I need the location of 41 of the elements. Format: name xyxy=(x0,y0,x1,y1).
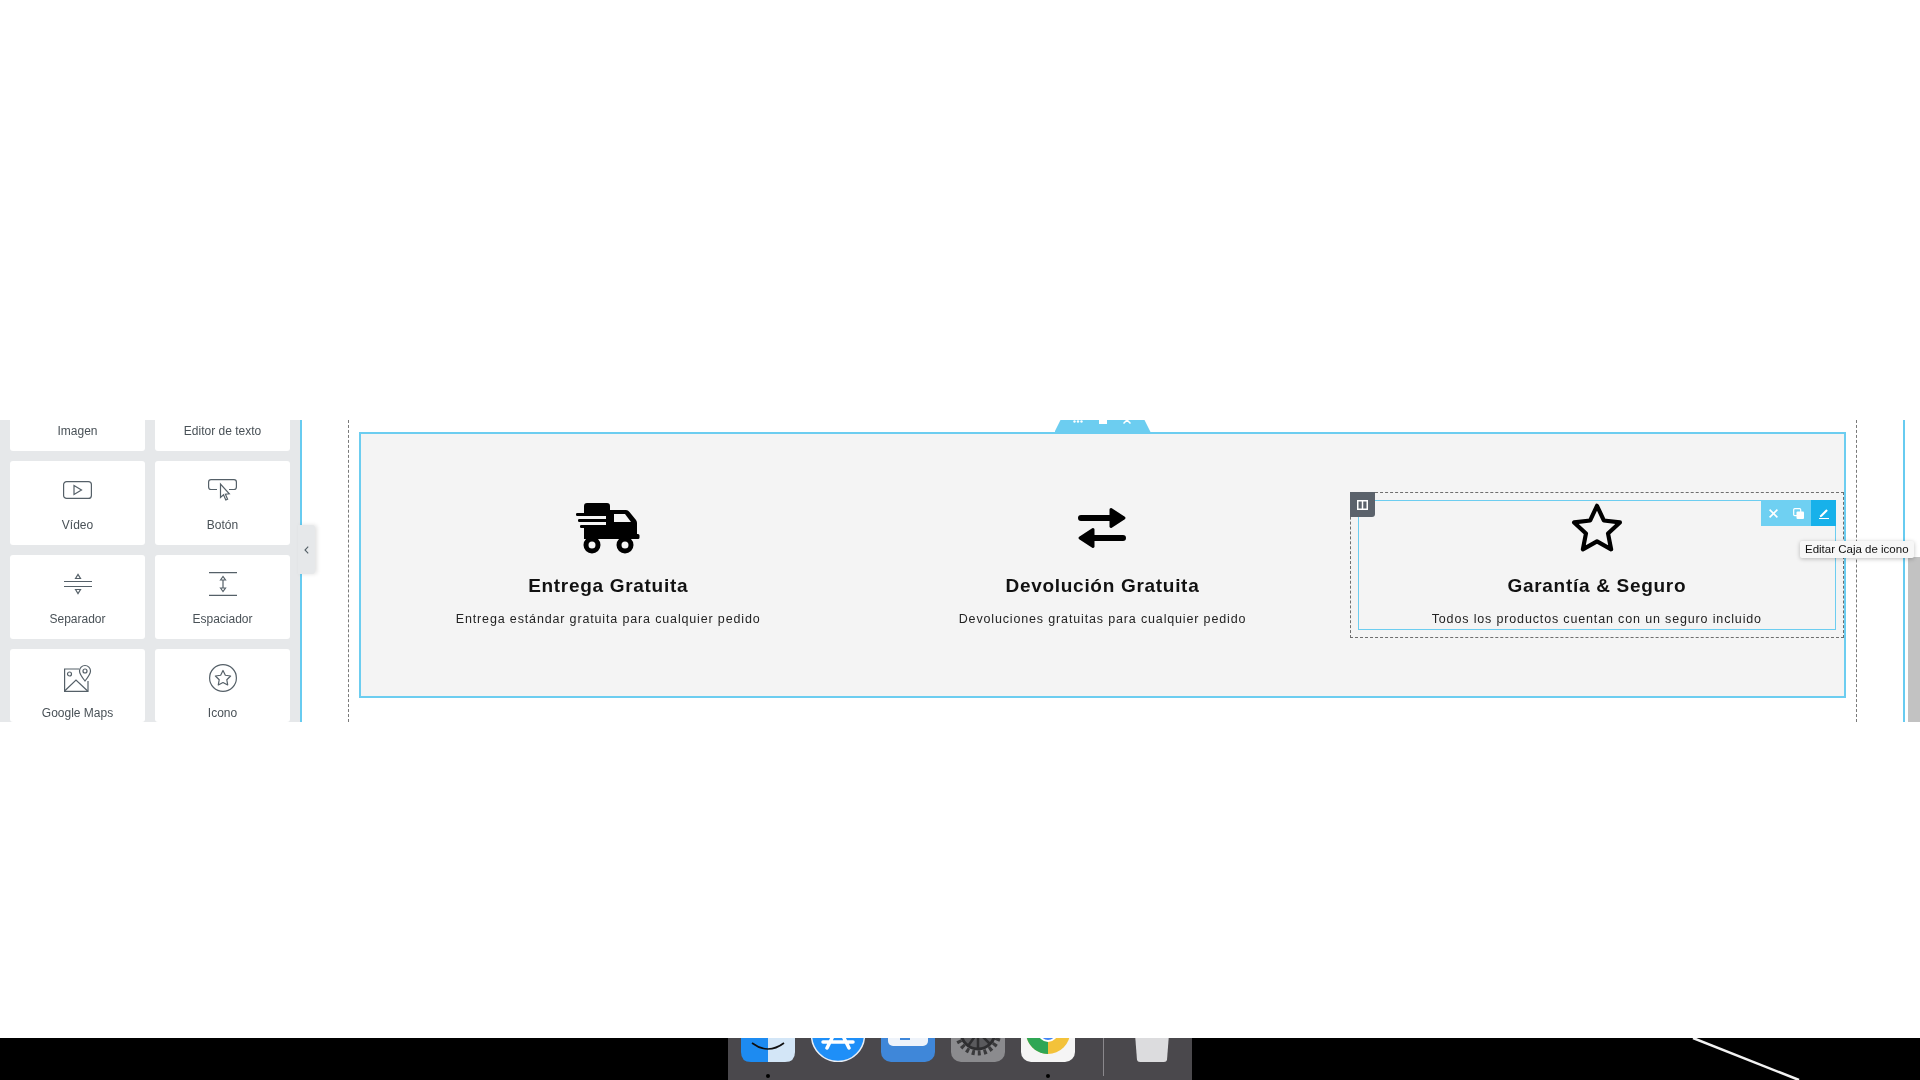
square-tile-icon[interactable] xyxy=(880,1038,936,1062)
widget-tile[interactable]: Icono xyxy=(155,649,290,722)
gear-icon[interactable] xyxy=(950,1038,1006,1062)
copy-icon xyxy=(1793,507,1804,519)
widget-tile[interactable]: Botón xyxy=(155,461,290,545)
widget-tile[interactable]: Espaciador xyxy=(155,555,290,639)
widget-tile[interactable]: Editor de texto xyxy=(155,420,290,451)
feature-title: Garantía & Seguro xyxy=(1507,574,1687,598)
spacer-icon xyxy=(208,572,237,596)
widget-tile[interactable]: Vídeo xyxy=(10,461,145,545)
feature-description: Devoluciones gratuitas para cualquier pedido xyxy=(958,611,1247,628)
smile-tile-icon[interactable] xyxy=(740,1038,796,1062)
cursor-button-icon xyxy=(208,479,237,501)
section-handle[interactable] xyxy=(1054,420,1151,432)
close-icon xyxy=(1769,508,1778,518)
star-icon xyxy=(1570,503,1623,553)
feature-description: Entrega estándar gratuita para cualquier pedido xyxy=(455,611,761,628)
dots-icon xyxy=(1072,420,1083,423)
scrollbar-thumb[interactable] xyxy=(1908,557,1920,722)
widget-tile[interactable]: Imagen xyxy=(10,420,145,451)
ring-logo-icon[interactable] xyxy=(1020,1038,1076,1062)
edit-button[interactable] xyxy=(1811,500,1836,526)
divider-icon xyxy=(63,572,92,596)
truck-icon xyxy=(576,502,641,554)
star-circle-icon xyxy=(208,664,237,692)
columns-icon xyxy=(1356,499,1368,510)
close-icon xyxy=(1122,420,1131,424)
feature-title: Devolución Gratuita xyxy=(1005,574,1200,598)
feature-description: Todos los productos cuentan con un seguro incluido xyxy=(1431,611,1762,628)
tooltip: Editar Caja de icono xyxy=(1800,541,1914,558)
swap-arrows-icon xyxy=(1077,507,1128,549)
map-pin-icon xyxy=(63,664,92,692)
pencil-icon xyxy=(1817,507,1830,519)
widget-tile[interactable]: Separador xyxy=(10,555,145,639)
square-icon xyxy=(1098,420,1107,424)
widget-tile[interactable]: Google Maps xyxy=(10,649,145,722)
video-play-icon xyxy=(63,481,92,499)
column-handle[interactable] xyxy=(1349,492,1375,517)
circle-app-icon[interactable] xyxy=(810,1038,866,1062)
chevron-left-icon xyxy=(304,545,309,554)
feature-title: Entrega Gratuita xyxy=(528,574,689,598)
